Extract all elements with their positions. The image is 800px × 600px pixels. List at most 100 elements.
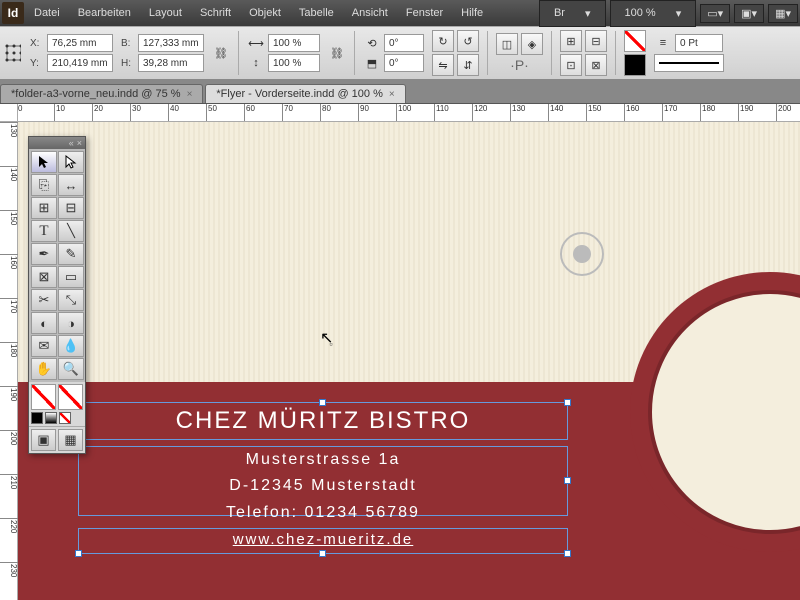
document-tabs: *folder-a3-vorne_neu.indd @ 75 %× *Flyer… bbox=[0, 80, 800, 104]
canvas[interactable]: M CHEZ MÜRITZ BISTRO Musterstrasse 1a D-… bbox=[18, 122, 800, 600]
h-input[interactable] bbox=[138, 54, 204, 72]
menu-ansicht[interactable]: Ansicht bbox=[344, 3, 396, 23]
tools-panel[interactable]: «× ⎘ ↔ ⊞ ⊟ T ╲ ✒ ✎ ⊠ ▭ ✂ ⤡ ◐ ◑ ✉ 💧 ✋ 🔍 ▣… bbox=[28, 136, 86, 454]
align-button-3[interactable]: ⊡ bbox=[560, 54, 582, 76]
align-button-1[interactable]: ⊞ bbox=[560, 30, 582, 52]
tools-panel-header[interactable]: «× bbox=[29, 137, 85, 149]
select-container-button[interactable]: ◫ bbox=[496, 33, 518, 55]
rotate-ccw-button[interactable]: ↺ bbox=[457, 30, 479, 52]
gradient-swatch-tool[interactable]: ◐ bbox=[31, 312, 57, 334]
type-tool[interactable]: T bbox=[31, 220, 57, 242]
flyer-line1: Musterstrasse 1a bbox=[79, 447, 567, 473]
y-label: Y: bbox=[30, 58, 44, 69]
page-tool[interactable]: ⎘ bbox=[31, 174, 57, 196]
menu-fenster[interactable]: Fenster bbox=[398, 3, 451, 23]
menu-hilfe[interactable]: Hilfe bbox=[453, 3, 491, 23]
gradient-feather-tool[interactable]: ◑ bbox=[58, 312, 84, 334]
rectangle-frame-tool[interactable]: ⊠ bbox=[31, 266, 57, 288]
content-collector-tool[interactable]: ⊞ bbox=[31, 197, 57, 219]
w-label: B: bbox=[121, 38, 135, 49]
scissors-tool[interactable]: ✂ bbox=[31, 289, 57, 311]
app-icon: Id bbox=[2, 2, 24, 24]
direct-selection-tool[interactable] bbox=[58, 151, 84, 173]
collapse-icon[interactable]: « bbox=[69, 138, 74, 148]
scale-y-icon: ↕ bbox=[247, 54, 265, 72]
apply-none-button[interactable] bbox=[59, 412, 71, 424]
view-mode-preview[interactable]: ▦ bbox=[58, 429, 83, 451]
stroke-color-swatch[interactable] bbox=[58, 384, 83, 410]
zoom-level[interactable]: 100 %▾ bbox=[610, 0, 697, 27]
flyer-title: CHEZ MÜRITZ BISTRO bbox=[79, 403, 567, 439]
apply-gradient-button[interactable] bbox=[45, 412, 57, 424]
page: M CHEZ MÜRITZ BISTRO Musterstrasse 1a D-… bbox=[10, 122, 800, 600]
apply-color-button[interactable] bbox=[31, 412, 43, 424]
menu-bearbeiten[interactable]: Bearbeiten bbox=[70, 3, 139, 23]
select-content-button[interactable]: ◈ bbox=[521, 33, 543, 55]
zoom-tool[interactable]: 🔍 bbox=[58, 358, 84, 380]
cursor-icon: ↖▫ bbox=[320, 328, 337, 348]
stroke-weight-input[interactable] bbox=[675, 34, 723, 52]
flip-h-button[interactable]: ⇋ bbox=[432, 54, 454, 76]
x-label: X: bbox=[30, 38, 44, 49]
flyer-line3: Telefon: 01234 56789 bbox=[79, 500, 567, 526]
text-frame-address[interactable]: Musterstrasse 1a D-12345 Musterstadt Tel… bbox=[78, 446, 568, 516]
arrange-button[interactable]: ▦▾ bbox=[768, 4, 798, 23]
rotate-cw-button[interactable]: ↻ bbox=[432, 30, 454, 52]
ruler-origin[interactable] bbox=[0, 104, 18, 122]
close-icon[interactable]: × bbox=[77, 138, 82, 148]
rotate-input[interactable] bbox=[384, 34, 424, 52]
view-mode-button[interactable]: ▭▾ bbox=[700, 4, 730, 23]
menu-objekt[interactable]: Objekt bbox=[241, 3, 289, 23]
guide-circle bbox=[560, 232, 604, 276]
screen-mode-button[interactable]: ▣▾ bbox=[734, 4, 764, 23]
stroke-style-dropdown[interactable] bbox=[654, 54, 724, 72]
menu-schrift[interactable]: Schrift bbox=[192, 3, 239, 23]
align-button-4[interactable]: ⊠ bbox=[585, 54, 607, 76]
hand-tool[interactable]: ✋ bbox=[31, 358, 57, 380]
free-transform-tool[interactable]: ⤡ bbox=[58, 289, 84, 311]
h-label: H: bbox=[121, 58, 135, 69]
bridge-button[interactable]: Br▾ bbox=[539, 0, 606, 27]
content-placer-tool[interactable]: ⊟ bbox=[58, 197, 84, 219]
rectangle-tool[interactable]: ▭ bbox=[58, 266, 84, 288]
gap-tool[interactable]: ↔ bbox=[58, 174, 84, 196]
close-icon[interactable]: × bbox=[187, 89, 193, 100]
view-mode-normal[interactable]: ▣ bbox=[31, 429, 56, 451]
control-bar: X: Y: B: H: ⛓ ⟷ ↕ ⛓ ⟲ ⬒ ↻↺ ⇋⇵ ◫◈ ·P· ⊞⊟ … bbox=[0, 26, 800, 80]
stroke-weight-icon: ≡ bbox=[654, 34, 672, 52]
ruler-vertical[interactable]: 130140150160170180190200210220230 bbox=[0, 122, 18, 600]
note-tool[interactable]: ✉ bbox=[31, 335, 57, 357]
eyedropper-tool[interactable]: 💧 bbox=[58, 335, 84, 357]
constrain-wh-icon[interactable]: ⛓ bbox=[212, 44, 230, 62]
text-frame-title[interactable]: CHEZ MÜRITZ BISTRO bbox=[78, 402, 568, 440]
close-icon[interactable]: × bbox=[389, 89, 395, 100]
ruler-horizontal[interactable]: 0102030405060708090100110120130140150160… bbox=[18, 104, 800, 122]
shear-input[interactable] bbox=[384, 54, 424, 72]
fill-swatch[interactable] bbox=[624, 30, 646, 52]
tab-flyer[interactable]: *Flyer - Vorderseite.indd @ 100 %× bbox=[205, 84, 405, 103]
x-input[interactable] bbox=[47, 34, 113, 52]
align-button-2[interactable]: ⊟ bbox=[585, 30, 607, 52]
y-input[interactable] bbox=[47, 54, 113, 72]
line-tool[interactable]: ╲ bbox=[58, 220, 84, 242]
pencil-tool[interactable]: ✎ bbox=[58, 243, 84, 265]
flyer-url: www.chez-mueritz.de bbox=[79, 529, 567, 550]
fill-color-swatch[interactable] bbox=[31, 384, 56, 410]
scale-x-icon: ⟷ bbox=[247, 34, 265, 52]
w-input[interactable] bbox=[138, 34, 204, 52]
menu-datei[interactable]: Datei bbox=[26, 3, 68, 23]
menu-tabelle[interactable]: Tabelle bbox=[291, 3, 342, 23]
stroke-swatch[interactable] bbox=[624, 54, 646, 76]
constrain-scale-icon[interactable]: ⛓ bbox=[328, 44, 346, 62]
scale-y-input[interactable] bbox=[268, 54, 320, 72]
text-frame-url[interactable]: www.chez-mueritz.de bbox=[78, 528, 568, 554]
menu-layout[interactable]: Layout bbox=[141, 3, 190, 23]
menubar: Id Datei Bearbeiten Layout Schrift Objek… bbox=[0, 0, 800, 26]
tab-folder[interactable]: *folder-a3-vorne_neu.indd @ 75 %× bbox=[0, 84, 203, 103]
scale-x-input[interactable] bbox=[268, 34, 320, 52]
reference-point-icon[interactable] bbox=[4, 44, 22, 62]
flip-v-button[interactable]: ⇵ bbox=[457, 54, 479, 76]
pen-tool[interactable]: ✒ bbox=[31, 243, 57, 265]
rotate-icon: ⟲ bbox=[363, 34, 381, 52]
selection-tool[interactable] bbox=[31, 151, 57, 173]
